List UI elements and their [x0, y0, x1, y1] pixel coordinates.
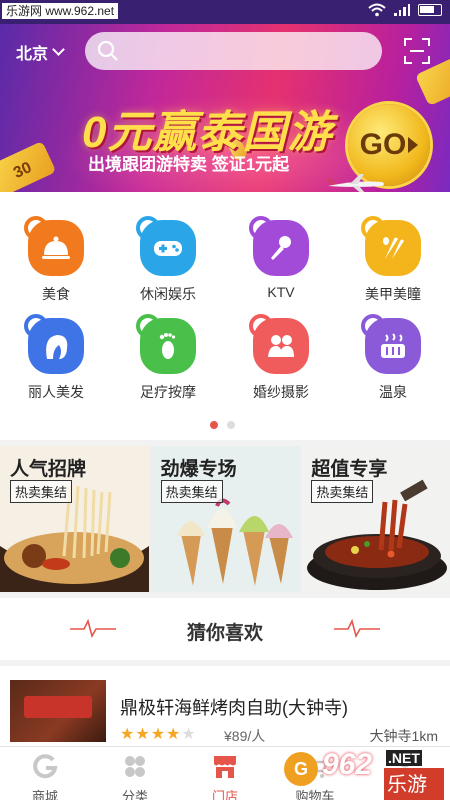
category-pagination: [210, 421, 235, 429]
category-label: 美食: [42, 286, 70, 302]
status-icons: [368, 3, 442, 17]
food-cloche-icon: [24, 216, 84, 276]
star-icon: ★: [166, 726, 182, 743]
city-selector[interactable]: 北京: [16, 40, 65, 64]
chevron-down-icon: [52, 43, 65, 56]
category-label: KTV: [267, 284, 295, 300]
distance: 大钟寺1km: [369, 728, 438, 744]
couple-icon: [249, 314, 309, 374]
star-icon: ★: [120, 726, 136, 743]
rating-stars: ★★★★★: [120, 724, 197, 744]
airplane-icon: [326, 174, 384, 192]
category-label: 休闲娱乐: [140, 286, 196, 302]
tab-category[interactable]: 分类: [90, 747, 180, 800]
star-icon: ★: [150, 726, 167, 743]
search-icon: [97, 40, 118, 61]
watermark-sub: 乐游网: [384, 768, 444, 800]
scan-icon[interactable]: [404, 38, 430, 64]
tab-label: 分类: [121, 789, 148, 800]
watermark-brand: 962: [322, 748, 373, 781]
hair-salon-icon: [24, 314, 84, 374]
category-nails[interactable]: 美甲美瞳: [337, 216, 449, 304]
mall-g-icon: [33, 754, 58, 779]
section-title: 猜你喜欢: [186, 623, 263, 644]
wifi-icon: [368, 3, 386, 17]
category-clover-icon: [125, 756, 145, 777]
category-hair[interactable]: 丽人美发: [0, 314, 112, 402]
go-label: GO: [359, 128, 407, 161]
category-massage[interactable]: 足疗按摩: [112, 314, 224, 402]
restaurant-thumbnail: [10, 680, 106, 742]
promo-popular[interactable]: 人气招牌 热卖集结: [0, 446, 149, 592]
tab-store[interactable]: 门店: [180, 747, 270, 800]
hot-spring-icon: [361, 314, 421, 374]
tab-label: 门店: [211, 789, 238, 800]
category-label: 婚纱摄影: [253, 384, 309, 400]
promo-title: 人气招牌: [10, 459, 87, 480]
watermark-logo: G 962 .NET 乐游网: [284, 748, 444, 800]
guess-you-like-header: 猜你喜欢: [0, 598, 450, 660]
tab-mall[interactable]: 商城: [0, 747, 90, 800]
category-page-dot[interactable]: [227, 421, 235, 429]
price-per-person: ¥89/人: [224, 728, 266, 744]
list-item[interactable]: 鼎极轩海鲜烤肉自助(大钟寺) ★★★★★ ¥89/人 大钟寺1km: [0, 666, 450, 746]
category-label: 美甲美瞳: [365, 286, 421, 302]
deal-title: 鼎极轩海鲜烤肉自助(大钟寺): [120, 698, 348, 718]
promo-title: 超值专享: [311, 459, 388, 480]
pulse-line-icon: [334, 618, 380, 638]
banner-subtitle: 出境跟团游特卖 签证1元起: [88, 155, 290, 174]
promo-banner[interactable]: 30 北京 0元赢泰国游 出境跟团游特卖 签证1元起 GO: [0, 24, 450, 192]
watermark-badge-icon: G: [284, 752, 318, 786]
battery-icon: [418, 4, 442, 16]
promo-value[interactable]: 超值专享 热卖集结: [301, 446, 450, 592]
promo-tag: 热卖集结: [160, 480, 223, 503]
category-grid: 美食 休闲娱乐 KTV 美甲美瞳 丽人美发 足疗按摩 婚纱摄影 温泉: [0, 192, 450, 440]
category-label: 足疗按摩: [140, 384, 196, 400]
category-ktv[interactable]: KTV: [225, 216, 337, 300]
watermark-tld: .NET: [386, 750, 422, 766]
category-wedding[interactable]: 婚纱摄影: [225, 314, 337, 402]
nail-brush-icon: [361, 216, 421, 276]
status-bar: 乐游网 www.962.net: [0, 0, 450, 24]
watermark-text: 乐游网 www.962.net: [2, 3, 119, 19]
city-label: 北京: [16, 46, 49, 63]
star-icon: ★: [135, 726, 151, 743]
promo-tag: 热卖集结: [10, 480, 73, 503]
category-leisure[interactable]: 休闲娱乐: [112, 216, 224, 304]
promo-tiles: 人气招牌 热卖集结 劲爆专场 热卖集结 超值专享 热卖集结: [0, 446, 450, 592]
promo-title: 劲爆专场: [160, 459, 237, 480]
store-icon: [214, 756, 236, 778]
category-label: 温泉: [379, 384, 407, 400]
play-arrow-icon: [408, 137, 419, 153]
gamepad-icon: [136, 216, 196, 276]
category-label: 丽人美发: [28, 384, 84, 400]
search-input[interactable]: [85, 32, 382, 70]
category-page-dot[interactable]: [210, 421, 218, 429]
star-empty-icon: ★: [181, 726, 197, 743]
microphone-icon: [249, 216, 309, 276]
promo-hot[interactable]: 劲爆专场 热卖集结: [150, 446, 300, 592]
signal-icon: [394, 4, 410, 16]
tab-label: 商城: [31, 789, 58, 800]
promo-tag: 热卖集结: [311, 480, 374, 503]
category-hot-spring[interactable]: 温泉: [337, 314, 449, 402]
category-food[interactable]: 美食: [0, 216, 112, 304]
footprint-icon: [136, 314, 196, 374]
